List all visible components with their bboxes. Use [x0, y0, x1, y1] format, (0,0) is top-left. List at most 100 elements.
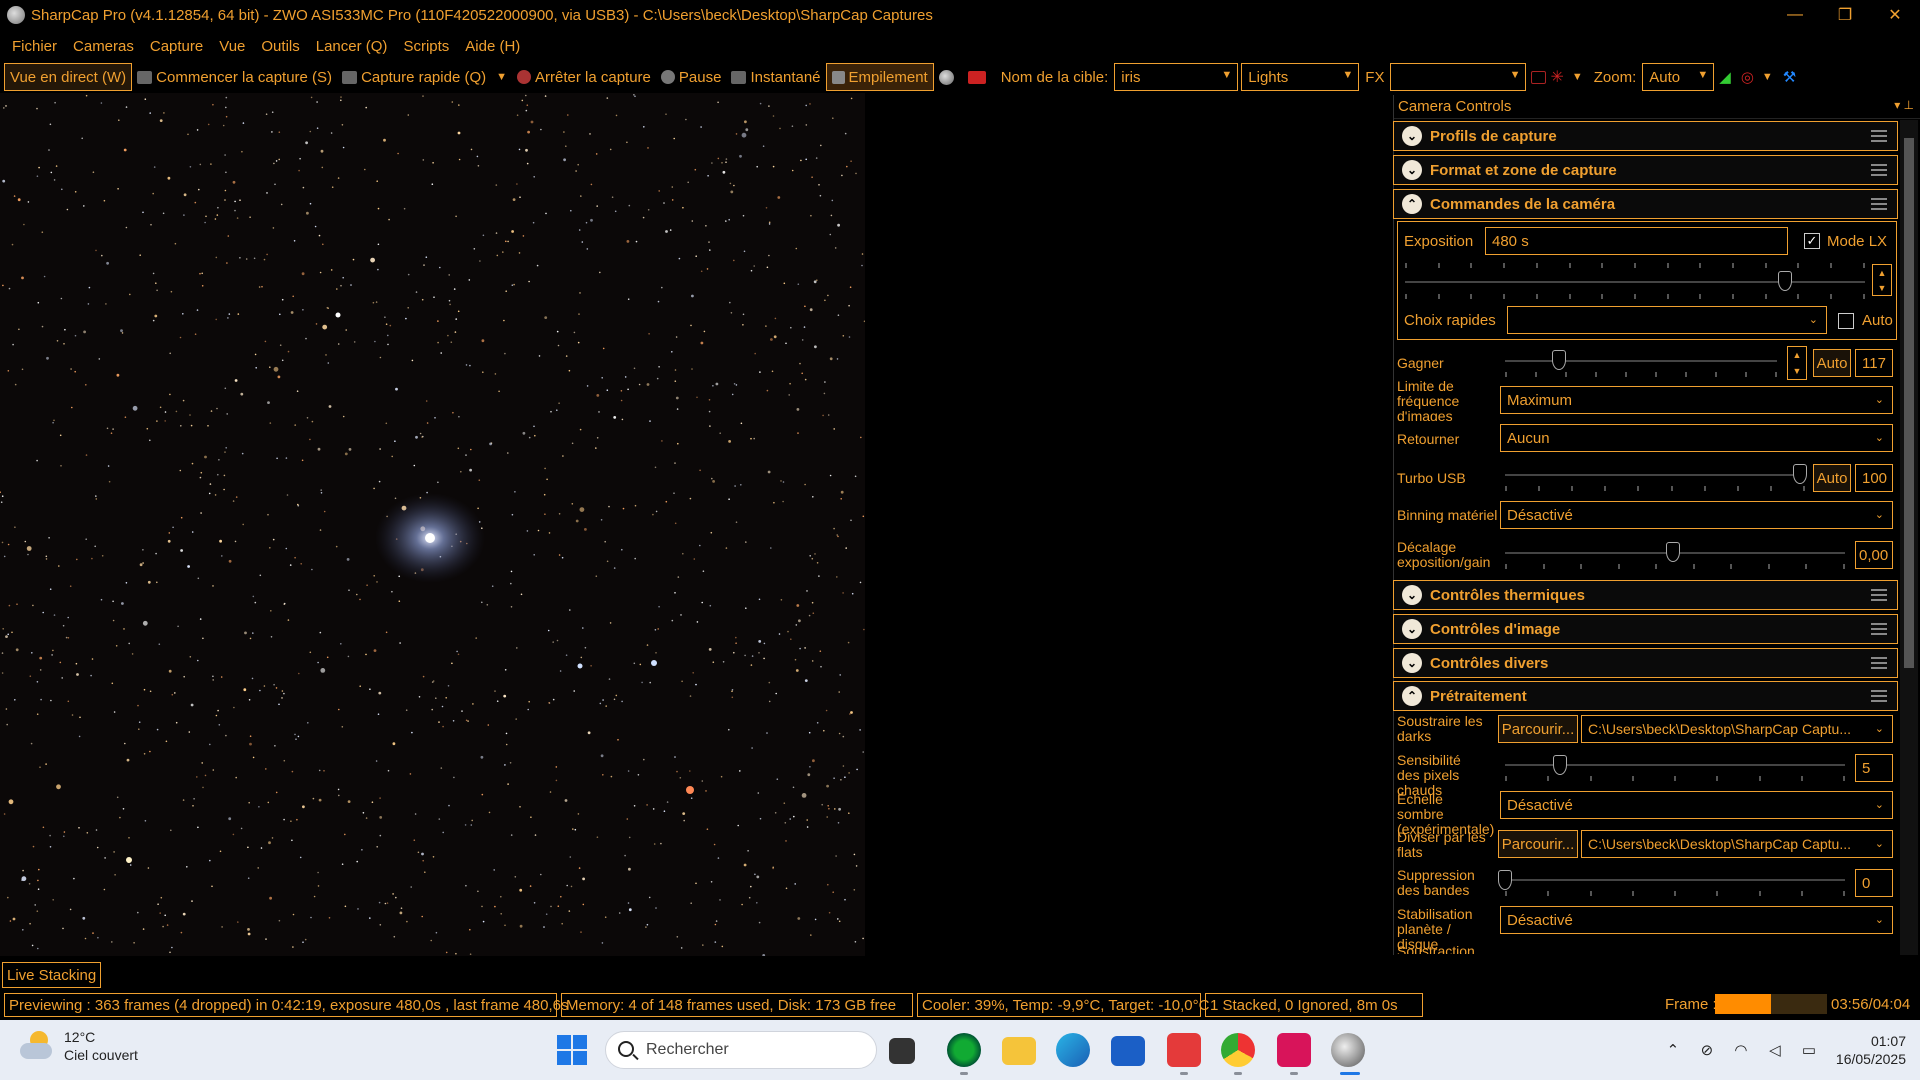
chevron-down-icon[interactable]: ⌄: [1402, 619, 1422, 639]
usb-turbo-value-field[interactable]: 100: [1855, 464, 1893, 492]
phd-guiding-icon[interactable]: [947, 1033, 981, 1067]
exposure-spinner[interactable]: ▲ ▼: [1872, 264, 1892, 296]
menu-lancer[interactable]: Lancer (Q): [308, 38, 396, 55]
darks-path-select[interactable]: C:\Users\beck\Desktop\SharpCap Captu... …: [1581, 715, 1893, 743]
quick-choices-select[interactable]: ⌄: [1507, 306, 1827, 334]
exp-gain-offset-slider-thumb[interactable]: [1666, 542, 1680, 562]
flip-select[interactable]: Aucun ⌄: [1500, 424, 1893, 452]
gain-slider-thumb[interactable]: [1552, 350, 1566, 370]
quick-auto-checkbox[interactable]: [1838, 313, 1854, 329]
chevron-up-icon[interactable]: ⌃: [1402, 194, 1422, 214]
hot-pixel-slider-thumb[interactable]: [1553, 755, 1567, 775]
chrome-browser-icon[interactable]: [1221, 1033, 1255, 1067]
hot-pixel-field[interactable]: 5: [1855, 754, 1893, 782]
menu-icon[interactable]: [1871, 690, 1887, 705]
panel-scrollbar-thumb[interactable]: [1904, 138, 1914, 668]
sphere-button[interactable]: [934, 63, 963, 91]
gain-slider-track[interactable]: [1505, 360, 1777, 362]
file-explorer-icon[interactable]: [1002, 1037, 1036, 1065]
section-preprocessing[interactable]: ⌃ Prétraitement: [1393, 681, 1898, 711]
section-image-controls[interactable]: ⌄ Contrôles d'image: [1393, 614, 1898, 644]
task-view-icon[interactable]: [889, 1038, 915, 1064]
exposure-input[interactable]: 480 s: [1485, 227, 1788, 255]
menu-outils[interactable]: Outils: [253, 38, 307, 55]
weather-widget[interactable]: 12°C Ciel couvert: [20, 1028, 138, 1064]
section-thermal-controls[interactable]: ⌄ Contrôles thermiques: [1393, 580, 1898, 610]
menu-icon[interactable]: [1871, 589, 1887, 604]
wifi-icon[interactable]: ◠: [1730, 1040, 1752, 1060]
snapshot-button[interactable]: Instantané: [726, 63, 825, 91]
polar-align-button[interactable]: ◎ ▼: [1736, 63, 1778, 91]
dark-scale-select[interactable]: Désactivé ⌄: [1500, 791, 1893, 819]
section-capture-profiles[interactable]: ⌄ Profils de capture: [1393, 121, 1898, 151]
chevron-down-icon[interactable]: ⌄: [1402, 160, 1422, 180]
browse-flats-button[interactable]: Parcourir...: [1498, 830, 1578, 858]
stabilization-select[interactable]: Désactivé ⌄: [1500, 906, 1893, 934]
menu-capture[interactable]: Capture: [142, 38, 211, 55]
gain-value-field[interactable]: 117: [1855, 349, 1893, 377]
fps-limit-select[interactable]: Maximum ⌄: [1500, 386, 1893, 414]
crosshair-icon[interactable]: ✳: [1550, 67, 1563, 87]
live-view-button[interactable]: Vue en direct (W): [4, 63, 133, 91]
app-red-icon[interactable]: [1277, 1033, 1311, 1067]
image-viewport[interactable]: [0, 93, 865, 956]
reticle-button[interactable]: ✳ ▼: [1526, 63, 1587, 91]
chevron-down-icon[interactable]: ▼: [1572, 71, 1583, 83]
banding-slider-track[interactable]: [1505, 879, 1845, 881]
usb-turbo-auto-button[interactable]: Auto: [1813, 464, 1851, 492]
chevron-down-icon[interactable]: ⌄: [1402, 126, 1422, 146]
usb-turbo-slider-thumb[interactable]: [1793, 464, 1807, 484]
section-format[interactable]: ⌄ Format et zone de capture: [1393, 155, 1898, 185]
banding-slider-thumb[interactable]: [1498, 870, 1512, 890]
menu-icon[interactable]: [1871, 164, 1887, 179]
menu-icon[interactable]: [1871, 198, 1887, 213]
stacking-button[interactable]: Empilement: [825, 63, 934, 91]
usb-turbo-slider-track[interactable]: [1505, 474, 1805, 476]
histogram-button[interactable]: ◢: [1714, 63, 1736, 91]
taskbar-search[interactable]: Rechercher: [605, 1031, 877, 1069]
maximize-button[interactable]: ❐: [1820, 0, 1870, 30]
battery-icon[interactable]: ▭: [1798, 1040, 1820, 1060]
menu-vue[interactable]: Vue: [211, 38, 253, 55]
menu-fichier[interactable]: Fichier: [4, 38, 65, 55]
section-camera-controls[interactable]: ⌃ Commandes de la caméra: [1393, 189, 1898, 219]
target-name-field[interactable]: iris ▼: [1114, 63, 1239, 91]
menu-scripts[interactable]: Scripts: [395, 38, 457, 55]
chevron-down-icon[interactable]: ▼: [496, 71, 507, 83]
banding-field[interactable]: 0: [1855, 869, 1893, 897]
pause-button[interactable]: Pause: [656, 63, 727, 91]
minimize-button[interactable]: —: [1770, 0, 1820, 30]
stop-capture-button[interactable]: Arrêter la capture: [512, 63, 656, 91]
flats-path-select[interactable]: C:\Users\beck\Desktop\SharpCap Captu... …: [1581, 830, 1893, 858]
browse-darks-button[interactable]: Parcourir...: [1498, 715, 1578, 743]
pin-icon[interactable]: ▾ ⊥: [1894, 98, 1914, 112]
network-off-icon[interactable]: ⊘: [1696, 1040, 1718, 1060]
live-stacking-tab[interactable]: Live Stacking: [2, 962, 102, 988]
frame-type-select[interactable]: Lights ▼: [1241, 63, 1360, 91]
close-button[interactable]: ✕: [1870, 0, 1920, 30]
chevron-down-icon[interactable]: ▼: [1762, 71, 1773, 83]
section-misc-controls[interactable]: ⌄ Contrôles divers: [1393, 648, 1898, 678]
menu-cameras[interactable]: Cameras: [65, 38, 142, 55]
windows-start-icon[interactable]: [557, 1035, 587, 1065]
tools-button[interactable]: ⚒: [1778, 63, 1801, 91]
chevron-up-icon[interactable]: ⌃: [1662, 1040, 1684, 1060]
menu-aide[interactable]: Aide (H): [457, 38, 528, 55]
sharpcap-taskbar-icon[interactable]: [1331, 1033, 1365, 1067]
anydesk-icon[interactable]: [1167, 1033, 1201, 1067]
menu-icon[interactable]: [1871, 657, 1887, 672]
chevron-down-icon[interactable]: ⌄: [1402, 585, 1422, 605]
edge-browser-icon[interactable]: [1056, 1033, 1090, 1067]
gain-auto-button[interactable]: Auto: [1813, 349, 1851, 377]
chevron-down-icon[interactable]: ⌄: [1402, 653, 1422, 673]
exp-gain-offset-field[interactable]: 0,00: [1855, 541, 1893, 569]
record-button[interactable]: [963, 63, 995, 91]
menu-icon[interactable]: [1871, 130, 1887, 145]
menu-icon[interactable]: [1871, 623, 1887, 638]
clock[interactable]: 01:07 16/05/2025: [1836, 1032, 1906, 1068]
start-capture-button[interactable]: Commencer la capture (S): [132, 63, 337, 91]
fx-select[interactable]: ▼: [1390, 63, 1527, 91]
volume-icon[interactable]: ◁: [1764, 1040, 1786, 1060]
panel-scrollbar[interactable]: [1900, 120, 1918, 955]
exposure-slider-track[interactable]: [1405, 281, 1865, 283]
